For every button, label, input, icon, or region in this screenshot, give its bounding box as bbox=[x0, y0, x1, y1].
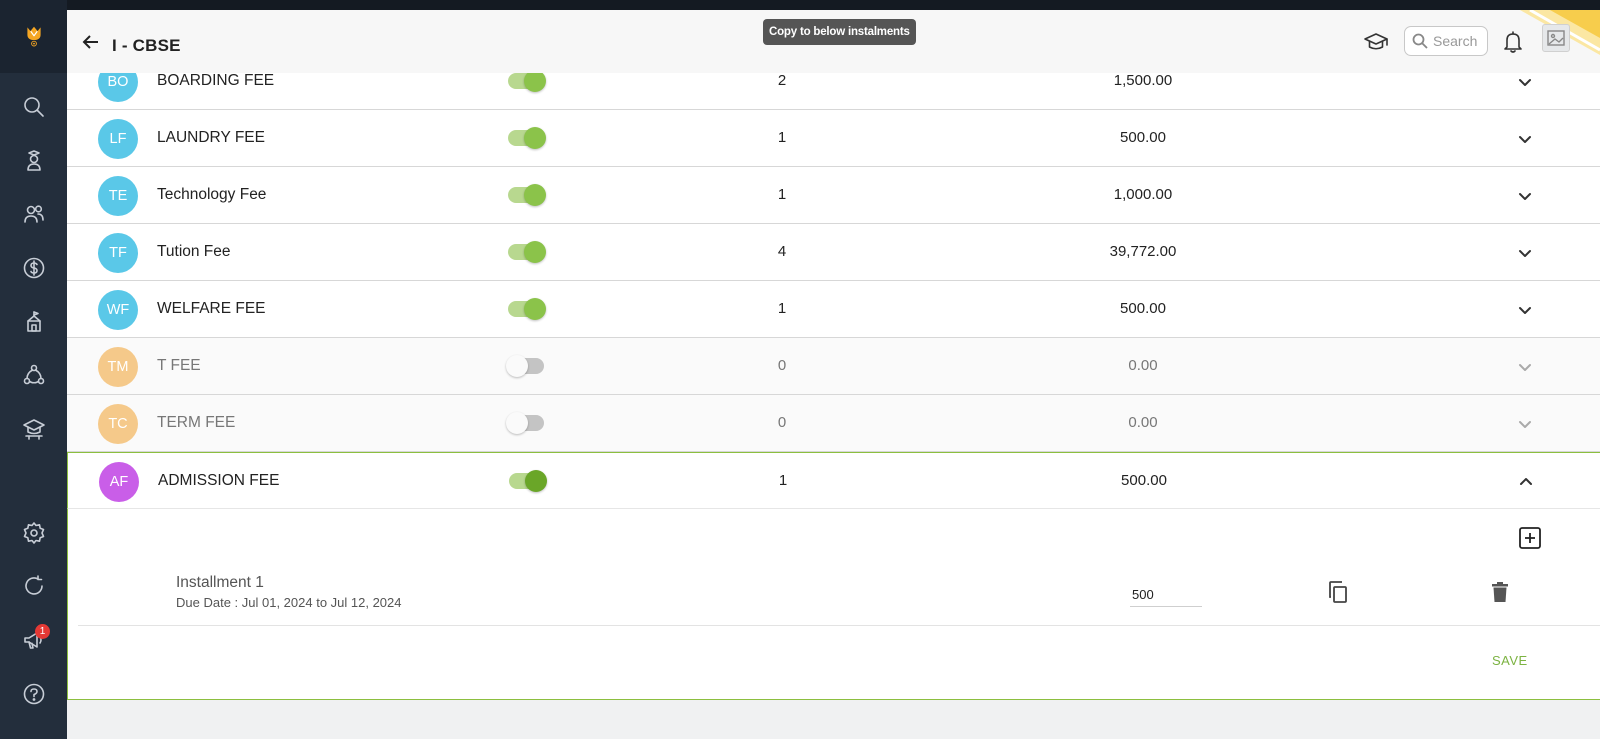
student-icon[interactable] bbox=[0, 141, 67, 181]
fee-avatar: AF bbox=[99, 462, 139, 502]
fee-name: Tution Fee bbox=[157, 243, 231, 260]
fee-name: BOARDING FEE bbox=[157, 72, 275, 89]
chevron-down-icon[interactable] bbox=[1515, 357, 1535, 377]
fee-avatar: LF bbox=[98, 119, 138, 159]
chevron-down-icon[interactable] bbox=[1515, 186, 1535, 206]
users-icon[interactable] bbox=[0, 194, 67, 234]
fee-avatar: TE bbox=[98, 176, 138, 216]
fee-amount: 39,772.00 bbox=[1109, 243, 1177, 260]
installment-count: 0 bbox=[777, 357, 787, 374]
fee-amount: 500.00 bbox=[1120, 300, 1166, 317]
fee-amount: 0.00 bbox=[1128, 357, 1158, 374]
search-box[interactable] bbox=[1404, 26, 1489, 56]
fee-toggle[interactable] bbox=[508, 70, 546, 92]
tulip-logo-icon bbox=[26, 26, 41, 46]
settings-icon[interactable] bbox=[0, 513, 67, 553]
chevron-up-icon[interactable] bbox=[1516, 472, 1536, 492]
fee-avatar: TM bbox=[98, 347, 138, 387]
notification-badge: 1 bbox=[35, 624, 50, 639]
add-installment-icon[interactable] bbox=[1518, 526, 1542, 550]
fee-amount: 0.00 bbox=[1128, 414, 1158, 431]
fee-row-admission[interactable]: AF ADMISSION FEE 1 500.00 bbox=[67, 452, 1600, 509]
fee-row-technology[interactable]: TE Technology Fee 1 1,000.00 bbox=[67, 167, 1600, 224]
installment-title: Installment 1 bbox=[176, 574, 264, 591]
back-arrow-icon[interactable] bbox=[81, 32, 101, 52]
megaphone-icon[interactable]: 1 bbox=[0, 620, 67, 660]
fee-toggle[interactable] bbox=[506, 412, 544, 434]
installment-count: 0 bbox=[777, 414, 787, 431]
fee-row-tution[interactable]: TF Tution Fee 4 39,772.00 bbox=[67, 224, 1600, 281]
page-header: I - CBSE Copy to below instalments bbox=[67, 10, 1600, 73]
chevron-down-icon[interactable] bbox=[1515, 243, 1535, 263]
dollar-icon[interactable] bbox=[0, 248, 67, 288]
save-button[interactable]: SAVE bbox=[1492, 653, 1528, 668]
classroom-icon[interactable] bbox=[0, 409, 67, 449]
broken-image-icon bbox=[1547, 30, 1565, 46]
fee-toggle[interactable] bbox=[508, 127, 546, 149]
chevron-down-icon[interactable] bbox=[1515, 414, 1535, 434]
installment-amount-input[interactable] bbox=[1130, 582, 1202, 607]
fee-name: Technology Fee bbox=[157, 186, 267, 203]
chevron-down-icon[interactable] bbox=[1515, 129, 1535, 149]
trash-icon[interactable] bbox=[1490, 581, 1510, 603]
network-icon[interactable] bbox=[0, 355, 67, 395]
fee-list: BO BOARDING FEE 2 1,500.00 LF LAUNDRY FE… bbox=[67, 53, 1600, 700]
divider bbox=[78, 625, 1600, 626]
installment-due-date: Due Date : Jul 01, 2024 to Jul 12, 2024 bbox=[176, 595, 402, 610]
search-input[interactable] bbox=[1433, 33, 1489, 49]
fee-name: T FEE bbox=[157, 357, 201, 374]
installment-count: 1 bbox=[777, 300, 787, 317]
main-content: I - CBSE Copy to below instalments BO BO… bbox=[67, 10, 1600, 739]
installment-count: 1 bbox=[777, 186, 787, 203]
fee-name: LAUNDRY FEE bbox=[157, 129, 265, 146]
fee-toggle[interactable] bbox=[508, 298, 546, 320]
page-title: I - CBSE bbox=[112, 36, 181, 55]
sidebar: 1 bbox=[0, 0, 67, 739]
installment-count: 1 bbox=[777, 129, 787, 146]
help-icon[interactable] bbox=[0, 674, 67, 714]
fee-row-term[interactable]: TC TERM FEE 0 0.00 bbox=[67, 395, 1600, 452]
fee-row-t-fee[interactable]: TM T FEE 0 0.00 bbox=[67, 338, 1600, 395]
fee-avatar: TF bbox=[98, 233, 138, 273]
refresh-icon[interactable] bbox=[0, 566, 67, 606]
copy-icon[interactable] bbox=[1327, 580, 1349, 604]
search-icon bbox=[1412, 33, 1428, 49]
copy-tooltip: Copy to below instalments bbox=[763, 19, 916, 45]
installment-count: 1 bbox=[778, 472, 788, 489]
fee-avatar: TC bbox=[98, 404, 138, 444]
fee-name: TERM FEE bbox=[157, 414, 236, 431]
fee-toggle[interactable] bbox=[508, 241, 546, 263]
fee-name: WELFARE FEE bbox=[157, 300, 266, 317]
school-icon[interactable] bbox=[0, 302, 67, 342]
installment-count: 2 bbox=[777, 72, 787, 89]
fee-amount: 1,500.00 bbox=[1113, 72, 1173, 89]
fee-name: ADMISSION FEE bbox=[158, 472, 280, 489]
user-avatar[interactable] bbox=[1542, 24, 1570, 52]
fee-avatar: WF bbox=[98, 290, 138, 330]
fee-row-welfare[interactable]: WF WELFARE FEE 1 500.00 bbox=[67, 281, 1600, 338]
chevron-down-icon[interactable] bbox=[1515, 72, 1535, 92]
fee-amount: 1,000.00 bbox=[1113, 186, 1173, 203]
chevron-down-icon[interactable] bbox=[1515, 300, 1535, 320]
installment-count: 4 bbox=[777, 243, 787, 260]
fee-row-laundry[interactable]: LF LAUNDRY FEE 1 500.00 bbox=[67, 110, 1600, 167]
search-icon[interactable] bbox=[0, 87, 67, 127]
graduation-cap-icon[interactable] bbox=[1363, 29, 1389, 55]
app-logo[interactable] bbox=[0, 0, 67, 73]
window-top-strip bbox=[0, 0, 1600, 10]
fee-toggle[interactable] bbox=[509, 470, 547, 492]
fee-toggle[interactable] bbox=[508, 184, 546, 206]
fee-amount: 500.00 bbox=[1121, 472, 1167, 489]
installment-panel: Installment 1 Due Date : Jul 01, 2024 to… bbox=[67, 509, 1600, 700]
fee-amount: 500.00 bbox=[1120, 129, 1166, 146]
fee-toggle[interactable] bbox=[506, 355, 544, 377]
